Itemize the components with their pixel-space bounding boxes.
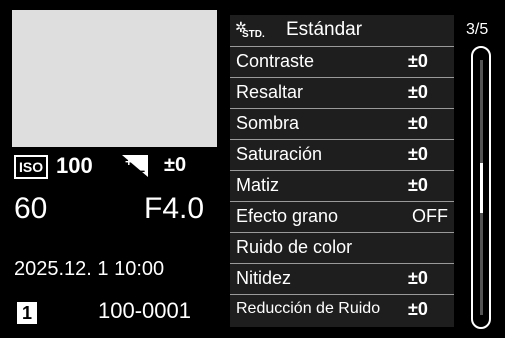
date-time: 2025.12. 1 10:00: [14, 258, 165, 280]
scroll-thumb[interactable]: [480, 162, 483, 213]
exposure-compensation-value: ±0: [164, 154, 187, 176]
menu-item-matiz[interactable]: Matiz ±0: [230, 170, 454, 201]
menu-item-value: OFF: [412, 206, 448, 226]
menu-item-label: Resaltar: [236, 82, 304, 102]
menu-item-sombra[interactable]: Sombra ±0: [230, 108, 454, 139]
menu-item-label: Sombra: [236, 113, 300, 133]
menu-item-value: ±0: [408, 175, 428, 195]
aperture-value: F4.0: [144, 192, 205, 225]
menu-item-value: ±0: [408, 144, 428, 164]
page-indicator: 3/5: [466, 21, 489, 38]
menu-item-label: Reducción de Ruido: [236, 300, 381, 317]
iso-badge: ISO: [14, 155, 49, 179]
menu-item-resaltar[interactable]: Resaltar ±0: [230, 77, 454, 108]
menu-item-ruido-de-color[interactable]: Ruido de color: [230, 232, 454, 263]
menu-item-value: ±0: [408, 299, 428, 319]
menu-item-value: ±0: [408, 113, 428, 133]
menu-item-label: Contraste: [236, 51, 315, 71]
file-number: 100-0001: [98, 298, 191, 323]
menu-item-saturacion[interactable]: Saturación ±0: [230, 139, 454, 170]
image-preview: [12, 10, 217, 147]
exposure-info-row: ISO 100 + – ±0: [14, 152, 224, 179]
menu-header: ✲ STD. Estándar: [230, 15, 454, 46]
menu-item-label: Matiz: [236, 175, 280, 195]
photo-style-standard-icon: ✲ STD.: [235, 19, 265, 40]
menu-item-label: Nitidez: [236, 268, 292, 288]
menu-item-contraste[interactable]: Contraste ±0: [230, 46, 454, 77]
menu-item-label: Saturación: [236, 144, 323, 164]
iso-value: 100: [56, 153, 93, 178]
menu-item-nitidez[interactable]: Nitidez ±0: [230, 263, 454, 294]
menu-item-label: Efecto grano: [236, 206, 339, 226]
menu-item-value: ±0: [408, 82, 428, 102]
card-slot-icon: 1: [17, 302, 37, 324]
menu-item-value: ±0: [408, 268, 428, 288]
menu-item-efecto-grano[interactable]: Efecto grano OFF: [230, 201, 454, 232]
shutter-speed: 60: [14, 192, 48, 225]
exposure-compensation-icon: + –: [122, 155, 148, 177]
menu-item-value: ±0: [408, 51, 428, 71]
scrollbar[interactable]: [471, 46, 491, 329]
menu-item-reduccion-de-ruido[interactable]: Reducción de Ruido ±0: [230, 294, 454, 325]
menu-item-label: Ruido de color: [236, 237, 353, 257]
photo-style-menu: ✲ STD. Estándar Contraste ±0 Resaltar ±0…: [230, 15, 454, 327]
menu-title: Estándar: [286, 19, 363, 40]
